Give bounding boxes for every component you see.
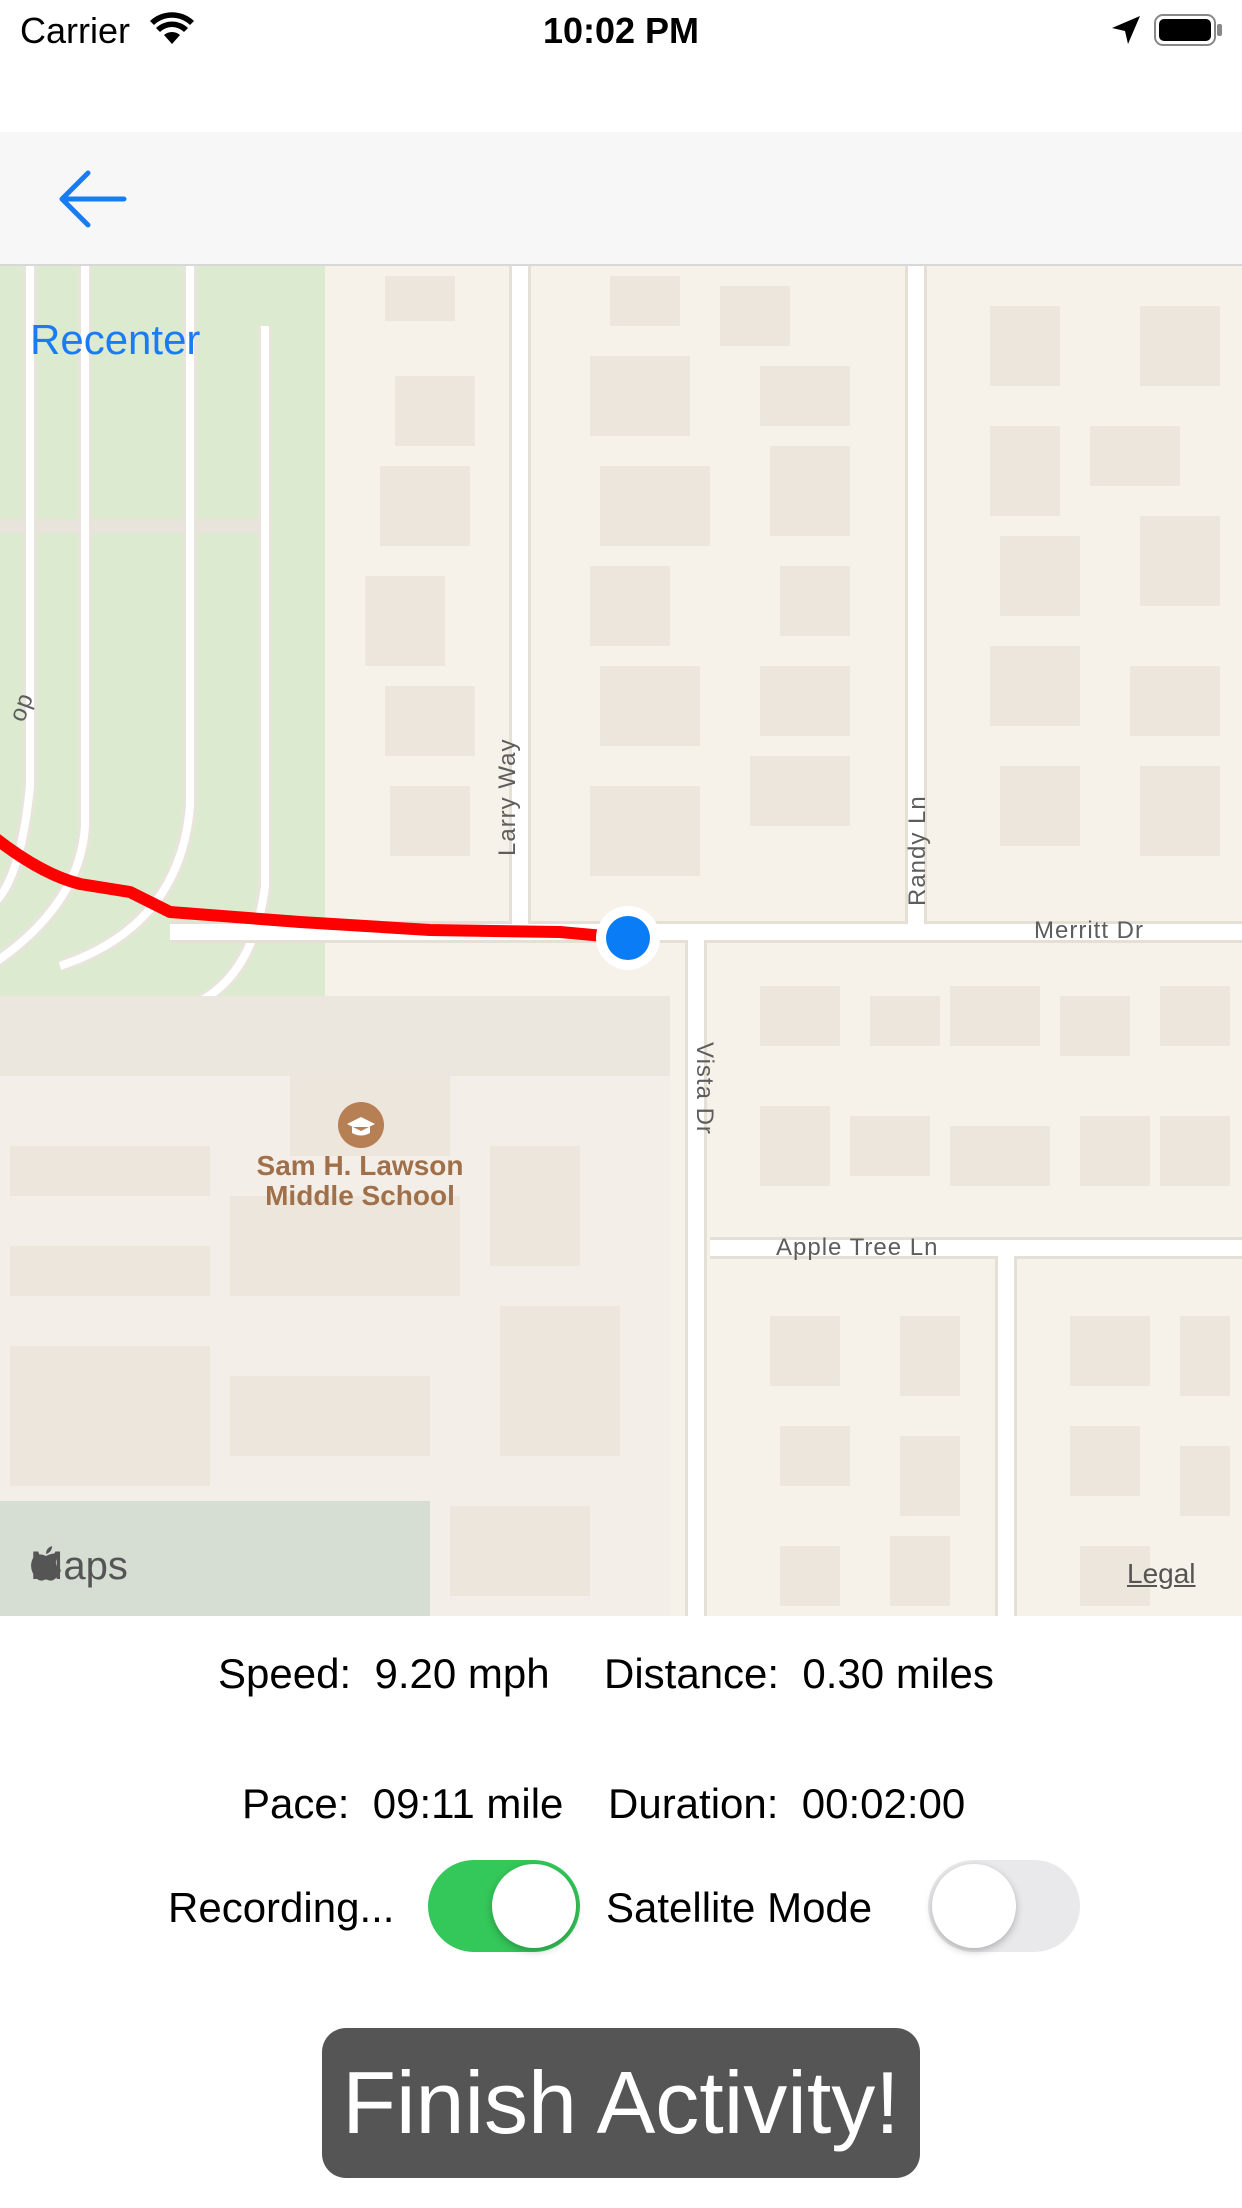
- street-label-larry-way: Larry Way: [494, 738, 521, 856]
- recording-toggle[interactable]: [428, 1860, 580, 1952]
- navigation-bar: [0, 132, 1242, 266]
- location-dot: [606, 916, 650, 960]
- maps-attribution: Maps: [30, 1544, 128, 1589]
- poi-label-school: Sam H. Lawson Middle School: [220, 1151, 500, 1211]
- status-bar: Carrier 10:02 PM: [0, 0, 1242, 64]
- duration-stat: Duration: 00:02:00: [608, 1780, 965, 1828]
- recenter-button[interactable]: Recenter: [30, 316, 200, 364]
- duration-value: 00:02:00: [801, 1780, 966, 1827]
- status-time: 10:02 PM: [542, 10, 700, 51]
- duration-label: Duration:: [608, 1780, 779, 1827]
- distance-stat: Distance: 0.30 miles: [604, 1650, 994, 1698]
- map-view[interactable]: Recenter Larry Way Randy Ln Merritt Dr V…: [0, 266, 1242, 1616]
- pace-label: Pace:: [242, 1780, 350, 1827]
- street-label-vista-dr: Vista Dr: [691, 1042, 718, 1135]
- battery-icon: [1154, 14, 1222, 46]
- recording-label: Recording...: [168, 1884, 395, 1931]
- apple-logo-icon: [31, 1546, 61, 1581]
- arrow-left-icon: [59, 170, 127, 228]
- legal-link[interactable]: Legal: [1127, 1558, 1196, 1590]
- distance-value: 0.30 miles: [802, 1650, 994, 1697]
- speed-value: 9.20 mph: [374, 1650, 550, 1697]
- speed-stat: Speed: 9.20 mph: [218, 1650, 550, 1698]
- street-label-randy-ln: Randy Ln: [904, 795, 931, 906]
- back-button[interactable]: [52, 160, 138, 238]
- location-arrow-icon: [1112, 16, 1140, 44]
- street-label-apple-tree-ln: Apple Tree Ln: [776, 1234, 939, 1261]
- speed-label: Speed:: [218, 1650, 352, 1697]
- pace-stat: Pace: 09:11 mile: [242, 1780, 563, 1828]
- satellite-mode-toggle[interactable]: [928, 1860, 1080, 1952]
- distance-label: Distance:: [604, 1650, 780, 1697]
- satellite-mode-label: Satellite Mode: [606, 1884, 873, 1931]
- toggle-knob: [492, 1864, 576, 1948]
- pace-value: 09:11 mile: [372, 1780, 564, 1827]
- poi-name-line2: Middle School: [265, 1180, 455, 1211]
- toggle-knob: [932, 1864, 1016, 1948]
- finish-activity-button[interactable]: Finish Activity!: [322, 2028, 920, 2178]
- street-label-merritt-dr: Merritt Dr: [1034, 917, 1144, 944]
- poi-name-line1: Sam H. Lawson: [256, 1150, 464, 1181]
